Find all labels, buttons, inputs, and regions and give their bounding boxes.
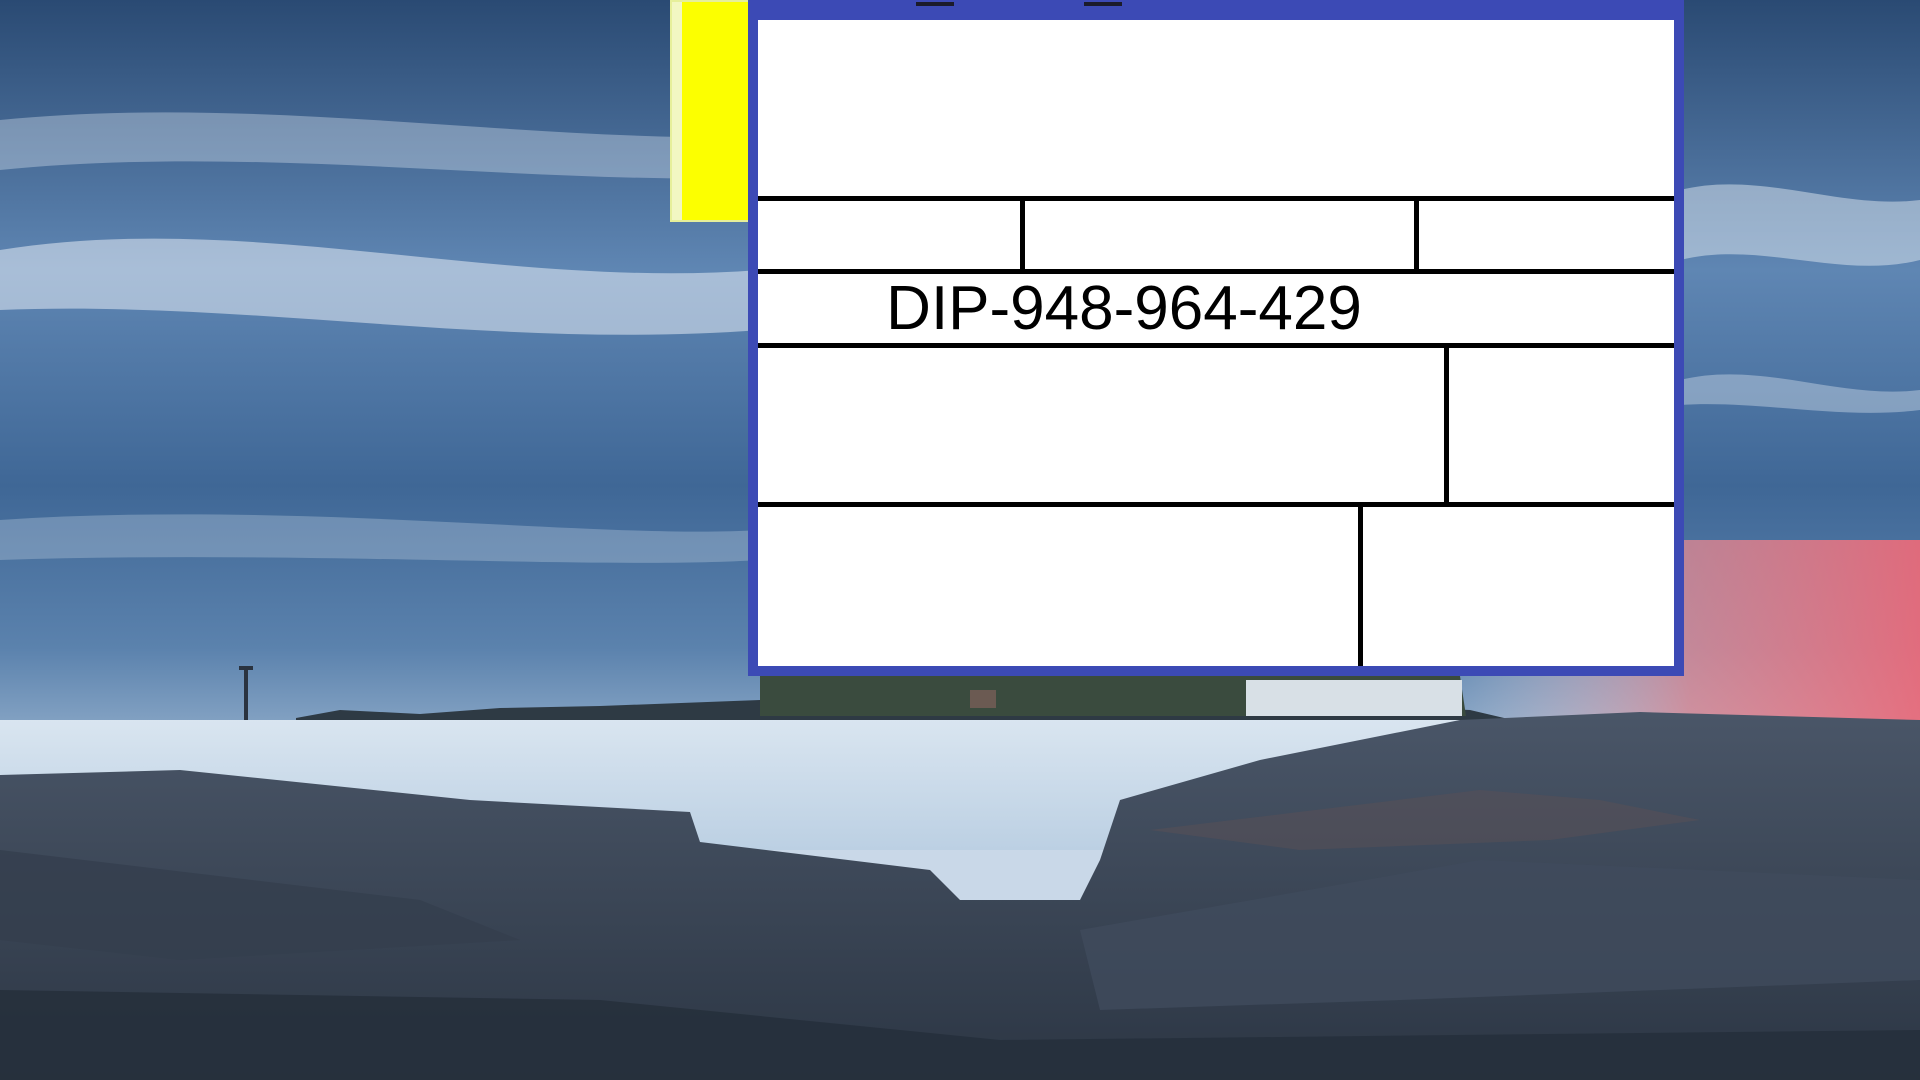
background-window-edge	[672, 2, 682, 220]
weight-cell	[1025, 201, 1415, 269]
recipient-address-block	[758, 348, 1444, 502]
sender-address-block	[758, 20, 1674, 196]
reference-cell	[1363, 507, 1674, 666]
shipping-label-window[interactable]: DIP-948-964-429	[748, 0, 1684, 676]
background-window[interactable]	[670, 0, 760, 222]
window-control-minimize[interactable]	[916, 2, 954, 6]
barcode-block	[758, 507, 1358, 666]
shipping-label: DIP-948-964-429	[758, 20, 1674, 666]
date-cell	[1419, 201, 1674, 269]
tracking-number: DIP-948-964-429	[886, 273, 1362, 343]
window-control-close[interactable]	[1084, 2, 1122, 6]
service-cell	[758, 201, 1020, 269]
postage-cell	[1449, 348, 1674, 502]
